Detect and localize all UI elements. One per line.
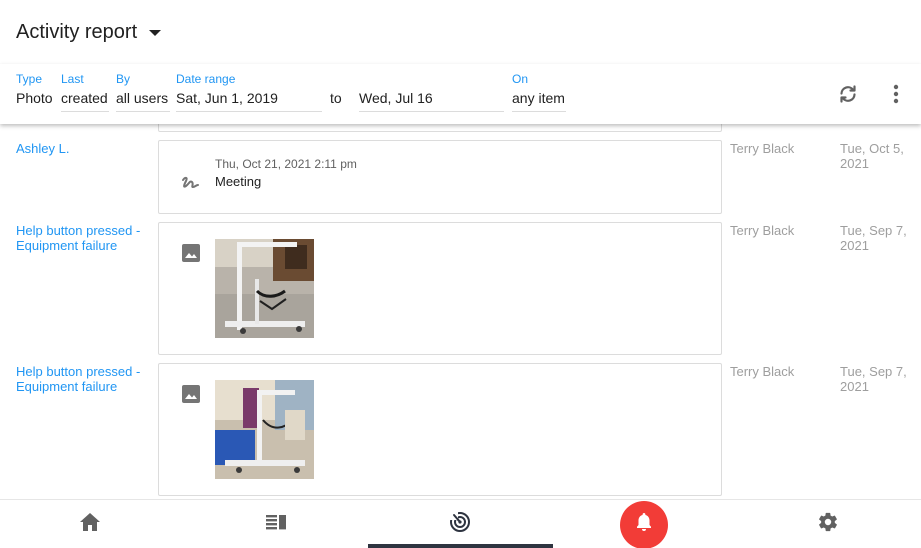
activity-card[interactable] [158, 222, 722, 355]
page-title[interactable]: Activity report [16, 21, 137, 44]
settings-icon [817, 511, 839, 538]
activity-user: Terry Black [730, 141, 795, 156]
filter-on-label: On [512, 72, 529, 86]
activity-card[interactable]: Thu, Oct 21, 2021 2:11 pm Meeting [158, 140, 722, 214]
activity-timestamp: Thu, Oct 21, 2021 2:11 pm [215, 157, 357, 171]
filter-on-value[interactable]: any item [512, 90, 566, 112]
previous-card [158, 124, 722, 132]
date-separator-text: to [330, 90, 342, 106]
activity-row: Help button pressed - Equipment failure [0, 222, 921, 355]
active-tab-indicator [368, 544, 553, 548]
filter-type-value[interactable]: Photo [16, 90, 53, 111]
image-icon [181, 243, 201, 268]
more-vert-icon[interactable] [884, 80, 908, 108]
activity-subject-link[interactable]: Ashley L. [16, 141, 152, 156]
alert-button[interactable] [620, 500, 668, 548]
filter-bar: Type Photo Last created By all users Dat… [0, 64, 921, 124]
nav-radar[interactable] [430, 500, 490, 548]
caret-down-icon[interactable] [149, 30, 162, 36]
activity-date: Tue, Oct 5, 2021 [840, 141, 904, 171]
photo-thumbnail[interactable] [215, 380, 314, 479]
date-to-field[interactable]: Wed, Jul 16 [359, 90, 504, 112]
nav-feed[interactable] [246, 500, 306, 548]
feed-icon [266, 514, 286, 535]
bottom-navigation [0, 499, 921, 548]
filter-date-label: Date range [176, 72, 236, 86]
radar-icon [449, 511, 471, 538]
filter-by-value[interactable]: all users [116, 90, 170, 112]
filter-last-label: Last [61, 72, 84, 86]
activity-note: Meeting [215, 174, 262, 189]
photo-thumbnail[interactable] [215, 239, 314, 338]
activity-date: Tue, Sep 7, 2021 [840, 223, 907, 253]
image-icon [181, 384, 201, 409]
date-from-field[interactable]: Sat, Jun 1, 2019 [176, 90, 322, 112]
nav-home[interactable] [60, 500, 120, 548]
filter-type-label: Type [16, 72, 43, 86]
nav-settings[interactable] [798, 500, 858, 548]
home-icon [79, 512, 101, 537]
signature-icon [181, 174, 201, 197]
activity-row: Help button pressed - Equipment failure [0, 363, 921, 496]
activity-card[interactable] [158, 363, 722, 496]
filter-by-label: By [116, 72, 131, 86]
activity-row: Ashley L. Thu, Oct 21, 2021 2:11 pm Meet… [0, 140, 921, 214]
alert-bell-icon [635, 512, 653, 537]
sync-icon[interactable] [834, 80, 862, 108]
activity-user: Terry Black [730, 364, 795, 379]
activity-list[interactable]: Ashley L. Thu, Oct 21, 2021 2:11 pm Meet… [0, 124, 921, 499]
activity-user: Terry Black [730, 223, 795, 238]
filter-last-value[interactable]: created [61, 90, 109, 112]
activity-date: Tue, Sep 7, 2021 [840, 364, 907, 394]
activity-subject-link[interactable]: Help button pressed - Equipment failure [16, 223, 152, 253]
nav-alert[interactable] [614, 500, 674, 548]
app-bar: Activity report [0, 0, 921, 64]
activity-subject-link[interactable]: Help button pressed - Equipment failure [16, 364, 152, 394]
